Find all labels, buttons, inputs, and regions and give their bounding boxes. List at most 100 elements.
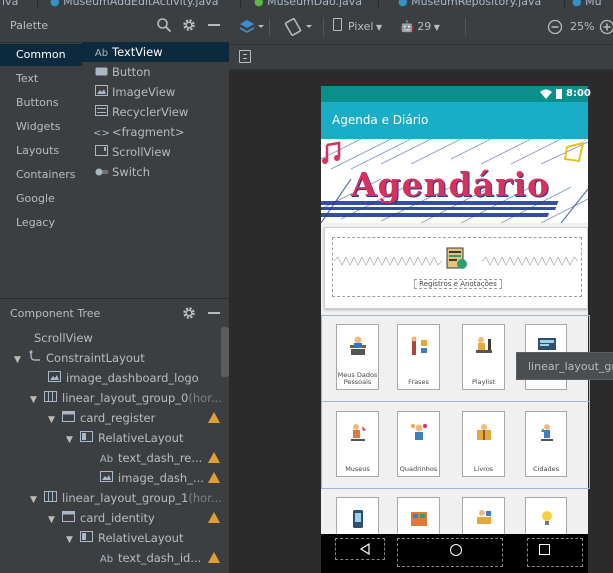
design-toolbar: Pixel ▼ 🤖 29 ▼ 25% bbox=[229, 9, 613, 45]
back-icon[interactable] bbox=[359, 542, 371, 558]
palette-item-imageview[interactable]: ImageView bbox=[82, 82, 229, 102]
logo-title: Agendário bbox=[351, 165, 551, 204]
tree-node-relativelayout[interactable]: ▼ RelativeLayout bbox=[66, 428, 183, 448]
battery-icon bbox=[556, 89, 562, 99]
gear-icon[interactable] bbox=[181, 17, 197, 33]
warning-icon[interactable] bbox=[208, 452, 220, 463]
palette-item-textview[interactable]: Ab TextView bbox=[82, 42, 229, 62]
search-icon[interactable] bbox=[156, 17, 172, 33]
imageview-icon bbox=[93, 84, 110, 104]
palette-category-buttons[interactable]: Buttons bbox=[0, 92, 82, 114]
layers-icon[interactable] bbox=[239, 18, 265, 36]
palette-item-recyclerview[interactable]: RecyclerView bbox=[82, 102, 229, 122]
phone-app-icon bbox=[353, 510, 363, 528]
phrases-icon bbox=[411, 336, 427, 355]
tree-node-linear-layout-0[interactable]: ▼ linear_layout_group_0(hor... bbox=[30, 388, 222, 408]
home-icon[interactable] bbox=[450, 544, 462, 556]
wifi-icon bbox=[540, 89, 552, 102]
tree-node-text-dash-re[interactable]: Ab text_dash_re... bbox=[98, 448, 202, 468]
diary-icon bbox=[411, 512, 427, 526]
palette-category-text[interactable]: Text bbox=[0, 68, 82, 90]
linearlayout-icon bbox=[42, 490, 59, 510]
books-icon bbox=[477, 424, 491, 440]
palette-item-scrollview[interactable]: ScrollView bbox=[82, 142, 229, 162]
card-playlist[interactable]: Playlist bbox=[462, 324, 505, 390]
warning-icon[interactable] bbox=[208, 412, 220, 423]
tree-node-linear-layout-1[interactable]: ▼ linear_layout_group_1(hor... bbox=[30, 488, 222, 508]
palette-item-switch[interactable]: Switch bbox=[82, 162, 229, 182]
attributes-panel-icon[interactable] bbox=[239, 50, 251, 63]
expand-arrow-icon[interactable]: ▼ bbox=[30, 390, 42, 410]
palette-category-containers[interactable]: Containers bbox=[0, 164, 82, 186]
nav-overview-bounds bbox=[527, 538, 583, 567]
editor-tab[interactable]: ● MuseumAddEditActivity.java bbox=[50, 0, 218, 9]
card-row3-1[interactable] bbox=[336, 497, 379, 539]
zoom-out-icon[interactable] bbox=[547, 19, 563, 35]
palette-category-widgets[interactable]: Widgets bbox=[0, 116, 82, 138]
expand-arrow-icon[interactable]: ▼ bbox=[48, 510, 60, 530]
tree-node-constraintlayout[interactable]: ▼ ConstraintLayout bbox=[14, 348, 145, 368]
editor-tab[interactable]: ● MuseumDao.java bbox=[254, 0, 362, 9]
warning-icon[interactable] bbox=[208, 472, 220, 483]
card-row3-2[interactable] bbox=[397, 497, 440, 539]
imageview-icon bbox=[98, 470, 115, 490]
card-row3-3[interactable] bbox=[462, 497, 505, 539]
tree-node-image-logo[interactable]: image_dashboard_logo bbox=[46, 368, 199, 388]
cell-label: Quadrinhos bbox=[399, 465, 438, 473]
interface-icon: ● bbox=[254, 0, 264, 8]
constraintlayout-icon bbox=[26, 350, 43, 370]
api-level-selector[interactable]: 🤖 29 ▼ bbox=[400, 18, 440, 36]
textview-icon: Ab bbox=[99, 554, 114, 565]
tree-node-image-dash[interactable]: image_dash_... bbox=[98, 468, 204, 488]
relativelayout-icon bbox=[78, 430, 95, 450]
overview-icon[interactable] bbox=[539, 544, 550, 555]
phone-icon bbox=[333, 18, 342, 31]
orientation-icon[interactable] bbox=[284, 18, 314, 36]
palette-category-common[interactable]: Common bbox=[0, 44, 82, 66]
editor-tab[interactable]: ● Mu bbox=[572, 0, 602, 9]
textview-icon: Ab bbox=[94, 48, 109, 59]
gear-icon[interactable] bbox=[181, 305, 197, 321]
tree-node-card-identity[interactable]: ▼ card_identity bbox=[48, 508, 155, 528]
image-dashboard-logo[interactable]: Agendário bbox=[321, 139, 588, 223]
expand-arrow-icon[interactable]: ▼ bbox=[48, 410, 60, 430]
study-icon bbox=[477, 510, 491, 524]
zoom-in-icon[interactable] bbox=[599, 19, 613, 35]
card-comics[interactable]: Quadrinhos bbox=[397, 411, 440, 477]
warning-icon[interactable] bbox=[208, 512, 220, 523]
card-cities[interactable]: Cidades bbox=[525, 411, 567, 477]
palette-item-button[interactable]: Button bbox=[82, 62, 229, 82]
minimize-icon[interactable] bbox=[208, 24, 220, 26]
palette-item-fragment[interactable]: <> <fragment> bbox=[82, 122, 229, 142]
tree-node-card-register[interactable]: ▼ card_register bbox=[48, 408, 155, 428]
component-tree-title: Component Tree bbox=[10, 307, 101, 320]
palette-header: Palette bbox=[0, 9, 229, 43]
expand-arrow-icon[interactable]: ▼ bbox=[14, 350, 26, 370]
palette-category-google[interactable]: Google bbox=[0, 188, 82, 210]
expand-arrow-icon[interactable]: ▼ bbox=[66, 530, 78, 550]
editor-tab[interactable]: ● MuseumRepository.java bbox=[398, 0, 541, 9]
tree-node-relativelayout[interactable]: ▼ RelativeLayout bbox=[66, 528, 183, 548]
card-personal-data[interactable]: Meus Dados Pessoais bbox=[336, 324, 379, 390]
component-tree-header: Component Tree bbox=[0, 298, 229, 328]
device-selector[interactable]: Pixel ▼ bbox=[333, 18, 382, 36]
comics-icon bbox=[411, 424, 427, 440]
idea-icon bbox=[542, 511, 552, 525]
warning-icon[interactable] bbox=[208, 552, 220, 563]
card-row3-4[interactable] bbox=[525, 497, 567, 539]
palette-category-legacy[interactable]: Legacy bbox=[0, 212, 82, 234]
card-phrases[interactable]: Frases bbox=[397, 324, 440, 390]
tree-scrollbar[interactable] bbox=[221, 327, 229, 377]
palette-category-layouts[interactable]: Layouts bbox=[0, 140, 82, 162]
tree-node-scrollview[interactable]: ScrollView bbox=[14, 328, 93, 348]
expand-arrow-icon[interactable]: ▼ bbox=[30, 490, 42, 510]
card-books[interactable]: Livros bbox=[462, 411, 505, 477]
tree-node-text-dash-id[interactable]: Ab text_dash_id... bbox=[98, 548, 201, 568]
clock: 8:00 bbox=[566, 88, 591, 99]
minimize-icon[interactable] bbox=[208, 312, 220, 314]
editor-tab[interactable]: iva bbox=[2, 0, 18, 9]
expand-arrow-icon[interactable]: ▼ bbox=[66, 430, 78, 450]
card-museums[interactable]: Museus bbox=[336, 411, 379, 477]
class-icon: ● bbox=[572, 0, 582, 8]
cell-label: Playlist bbox=[471, 378, 496, 386]
